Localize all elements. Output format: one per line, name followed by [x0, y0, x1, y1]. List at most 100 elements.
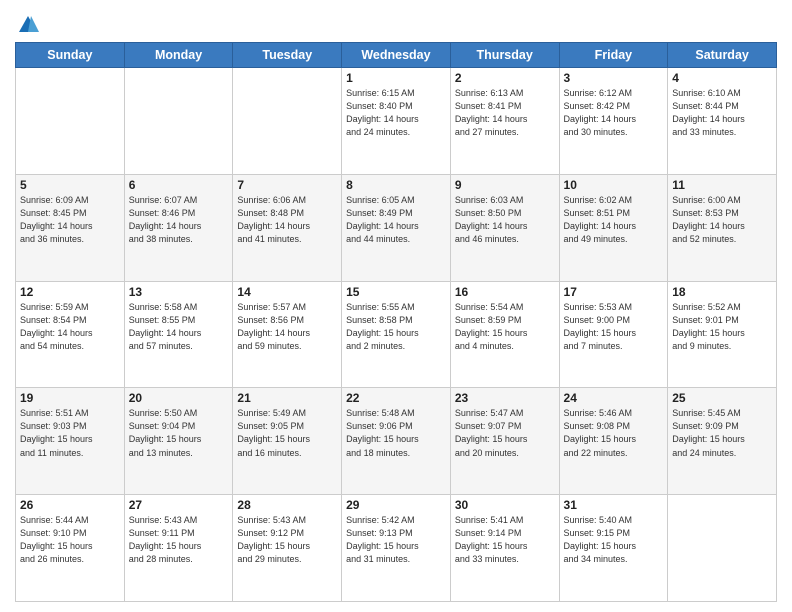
calendar-cell: 30 Sunrise: 5:41 AM Sunset: 9:14 PM Dayli… — [450, 495, 559, 602]
day-number: 12 — [20, 285, 120, 299]
calendar-cell: 16 Sunrise: 5:54 AM Sunset: 8:59 PM Dayli… — [450, 281, 559, 388]
day-number: 1 — [346, 71, 446, 85]
week-row-4: 19 Sunrise: 5:51 AM Sunset: 9:03 PM Dayli… — [16, 388, 777, 495]
day-number: 28 — [237, 498, 337, 512]
day-number: 31 — [564, 498, 664, 512]
calendar-cell: 6Sunrise: 6:07 AM Sunset: 8:46 PM Daylig… — [124, 174, 233, 281]
day-info: Sunrise: 5:43 AM Sunset: 9:12 PM Dayligh… — [237, 514, 337, 566]
calendar-cell: 10 Sunrise: 6:02 AM Sunset: 8:51 PM Dayli… — [559, 174, 668, 281]
day-info: Sunrise: 5:58 AM Sunset: 8:55 PM Dayligh… — [129, 301, 229, 353]
day-info: Sunrise: 5:46 AM Sunset: 9:08 PM Dayligh… — [564, 407, 664, 459]
calendar-cell: 1 Sunrise: 6:15 AM Sunset: 8:40 PM Daylig… — [342, 68, 451, 175]
day-info: Sunrise: 6:05 AM Sunset: 8:49 PM Dayligh… — [346, 194, 446, 246]
day-number: 27 — [129, 498, 229, 512]
day-info: Sunrise: 5:51 AM Sunset: 9:03 PM Dayligh… — [20, 407, 120, 459]
logo-icon — [17, 14, 39, 36]
calendar-cell: 7 Sunrise: 6:06 AM Sunset: 8:48 PM Daylig… — [233, 174, 342, 281]
day-number: 10 — [564, 178, 664, 192]
calendar-cell: 23Sunrise: 5:47 AM Sunset: 9:07 PM Dayli… — [450, 388, 559, 495]
calendar-cell: 4 Sunrise: 6:10 AM Sunset: 8:44 PM Daylig… — [668, 68, 777, 175]
calendar-cell: 31 Sunrise: 5:40 AM Sunset: 9:15 PM Dayli… — [559, 495, 668, 602]
day-number: 9 — [455, 178, 555, 192]
day-info: Sunrise: 5:49 AM Sunset: 9:05 PM Dayligh… — [237, 407, 337, 459]
calendar-cell: 14 Sunrise: 5:57 AM Sunset: 8:56 PM Dayli… — [233, 281, 342, 388]
day-info: Sunrise: 5:41 AM Sunset: 9:14 PM Dayligh… — [455, 514, 555, 566]
day-number: 15 — [346, 285, 446, 299]
calendar-cell: 18Sunrise: 5:52 AM Sunset: 9:01 PM Dayli… — [668, 281, 777, 388]
day-info: Sunrise: 6:15 AM Sunset: 8:40 PM Dayligh… — [346, 87, 446, 139]
calendar-cell: 26 Sunrise: 5:44 AM Sunset: 9:10 PM Dayli… — [16, 495, 125, 602]
day-info: Sunrise: 6:10 AM Sunset: 8:44 PM Dayligh… — [672, 87, 772, 139]
calendar-cell — [16, 68, 125, 175]
calendar-cell: 21 Sunrise: 5:49 AM Sunset: 9:05 PM Dayli… — [233, 388, 342, 495]
day-info: Sunrise: 5:42 AM Sunset: 9:13 PM Dayligh… — [346, 514, 446, 566]
calendar-cell: 11 Sunrise: 6:00 AM Sunset: 8:53 PM Dayli… — [668, 174, 777, 281]
day-info: Sunrise: 6:06 AM Sunset: 8:48 PM Dayligh… — [237, 194, 337, 246]
calendar-cell: 27 Sunrise: 5:43 AM Sunset: 9:11 PM Dayli… — [124, 495, 233, 602]
day-info: Sunrise: 5:43 AM Sunset: 9:11 PM Dayligh… — [129, 514, 229, 566]
week-row-3: 12 Sunrise: 5:59 AM Sunset: 8:54 PM Dayli… — [16, 281, 777, 388]
day-info: Sunrise: 5:48 AM Sunset: 9:06 PM Dayligh… — [346, 407, 446, 459]
calendar-cell: 8Sunrise: 6:05 AM Sunset: 8:49 PM Daylig… — [342, 174, 451, 281]
calendar-cell: 2 Sunrise: 6:13 AM Sunset: 8:41 PM Daylig… — [450, 68, 559, 175]
weekday-header-thursday: Thursday — [450, 43, 559, 68]
day-info: Sunrise: 5:45 AM Sunset: 9:09 PM Dayligh… — [672, 407, 772, 459]
page: SundayMondayTuesdayWednesdayThursdayFrid… — [0, 0, 792, 612]
day-info: Sunrise: 5:47 AM Sunset: 9:07 PM Dayligh… — [455, 407, 555, 459]
day-info: Sunrise: 5:55 AM Sunset: 8:58 PM Dayligh… — [346, 301, 446, 353]
day-number: 17 — [564, 285, 664, 299]
day-info: Sunrise: 6:09 AM Sunset: 8:45 PM Dayligh… — [20, 194, 120, 246]
calendar-cell: 28 Sunrise: 5:43 AM Sunset: 9:12 PM Dayli… — [233, 495, 342, 602]
day-number: 11 — [672, 178, 772, 192]
day-info: Sunrise: 5:40 AM Sunset: 9:15 PM Dayligh… — [564, 514, 664, 566]
day-number: 14 — [237, 285, 337, 299]
week-row-5: 26 Sunrise: 5:44 AM Sunset: 9:10 PM Dayli… — [16, 495, 777, 602]
calendar-cell: 17 Sunrise: 5:53 AM Sunset: 9:00 PM Dayli… — [559, 281, 668, 388]
weekday-header-monday: Monday — [124, 43, 233, 68]
calendar-cell — [124, 68, 233, 175]
week-row-2: 5 Sunrise: 6:09 AM Sunset: 8:45 PM Daylig… — [16, 174, 777, 281]
day-number: 2 — [455, 71, 555, 85]
day-info: Sunrise: 5:54 AM Sunset: 8:59 PM Dayligh… — [455, 301, 555, 353]
day-number: 19 — [20, 391, 120, 405]
day-info: Sunrise: 5:53 AM Sunset: 9:00 PM Dayligh… — [564, 301, 664, 353]
day-number: 21 — [237, 391, 337, 405]
calendar-cell — [233, 68, 342, 175]
calendar-cell: 9 Sunrise: 6:03 AM Sunset: 8:50 PM Daylig… — [450, 174, 559, 281]
header — [15, 10, 777, 36]
calendar-cell: 25 Sunrise: 5:45 AM Sunset: 9:09 PM Dayli… — [668, 388, 777, 495]
day-info: Sunrise: 6:03 AM Sunset: 8:50 PM Dayligh… — [455, 194, 555, 246]
day-info: Sunrise: 6:02 AM Sunset: 8:51 PM Dayligh… — [564, 194, 664, 246]
day-number: 3 — [564, 71, 664, 85]
calendar-cell: 19 Sunrise: 5:51 AM Sunset: 9:03 PM Dayli… — [16, 388, 125, 495]
day-info: Sunrise: 5:50 AM Sunset: 9:04 PM Dayligh… — [129, 407, 229, 459]
calendar-cell: 15 Sunrise: 5:55 AM Sunset: 8:58 PM Dayli… — [342, 281, 451, 388]
day-number: 30 — [455, 498, 555, 512]
day-number: 13 — [129, 285, 229, 299]
day-number: 25 — [672, 391, 772, 405]
calendar-cell: 12 Sunrise: 5:59 AM Sunset: 8:54 PM Dayli… — [16, 281, 125, 388]
day-number: 26 — [20, 498, 120, 512]
calendar-cell — [668, 495, 777, 602]
day-number: 7 — [237, 178, 337, 192]
calendar-table: SundayMondayTuesdayWednesdayThursdayFrid… — [15, 42, 777, 602]
day-info: Sunrise: 6:00 AM Sunset: 8:53 PM Dayligh… — [672, 194, 772, 246]
day-number: 6 — [129, 178, 229, 192]
calendar-cell: 3Sunrise: 6:12 AM Sunset: 8:42 PM Daylig… — [559, 68, 668, 175]
weekday-header-tuesday: Tuesday — [233, 43, 342, 68]
day-number: 16 — [455, 285, 555, 299]
week-row-1: 1 Sunrise: 6:15 AM Sunset: 8:40 PM Daylig… — [16, 68, 777, 175]
day-number: 5 — [20, 178, 120, 192]
calendar-cell: 24Sunrise: 5:46 AM Sunset: 9:08 PM Dayli… — [559, 388, 668, 495]
day-info: Sunrise: 5:44 AM Sunset: 9:10 PM Dayligh… — [20, 514, 120, 566]
weekday-header-saturday: Saturday — [668, 43, 777, 68]
day-number: 4 — [672, 71, 772, 85]
day-info: Sunrise: 6:13 AM Sunset: 8:41 PM Dayligh… — [455, 87, 555, 139]
weekday-header-wednesday: Wednesday — [342, 43, 451, 68]
day-info: Sunrise: 5:57 AM Sunset: 8:56 PM Dayligh… — [237, 301, 337, 353]
day-number: 29 — [346, 498, 446, 512]
calendar-cell: 20Sunrise: 5:50 AM Sunset: 9:04 PM Dayli… — [124, 388, 233, 495]
weekday-header-row: SundayMondayTuesdayWednesdayThursdayFrid… — [16, 43, 777, 68]
day-info: Sunrise: 5:59 AM Sunset: 8:54 PM Dayligh… — [20, 301, 120, 353]
calendar-cell: 22Sunrise: 5:48 AM Sunset: 9:06 PM Dayli… — [342, 388, 451, 495]
